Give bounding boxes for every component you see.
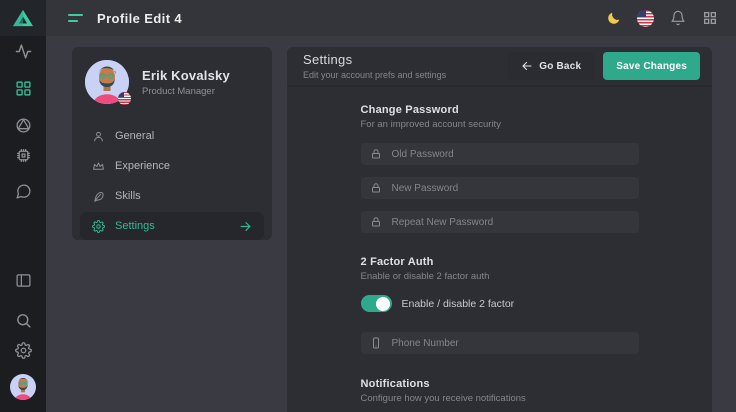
phone-number-field[interactable]: [361, 332, 639, 354]
app-window: Profile Edit 4: [0, 0, 736, 412]
user-icon: [92, 129, 106, 143]
section-title: 2 Factor Auth: [361, 255, 639, 269]
menu-toggle-icon[interactable]: [68, 14, 83, 22]
menu-item-settings[interactable]: Settings: [80, 212, 264, 240]
new-password-input[interactable]: [392, 183, 630, 194]
us-flag-icon[interactable]: [637, 10, 654, 27]
cpu-icon[interactable]: [0, 147, 46, 164]
search-icon[interactable]: [0, 312, 46, 329]
profile-role: Product Manager: [142, 86, 230, 97]
section-subtitle: Enable or disable 2 factor auth: [361, 271, 639, 283]
section-change-password: Change Password For an improved account …: [361, 103, 639, 233]
lock-icon: [370, 216, 383, 229]
package-icon[interactable]: [0, 117, 46, 134]
arrow-left-icon: [521, 60, 533, 72]
moon-icon[interactable]: [605, 10, 622, 27]
lock-icon: [370, 148, 383, 161]
crown-icon: [92, 159, 106, 173]
layout-icon[interactable]: [0, 272, 46, 289]
bell-icon[interactable]: [669, 10, 686, 27]
main-content: Erik Kovalsky Product Manager General Ex…: [46, 36, 736, 412]
menu-item-label: General: [115, 130, 154, 142]
section-two-factor: 2 Factor Auth Enable or disable 2 factor…: [361, 255, 639, 354]
profile-menu: General Experience Skills: [72, 122, 272, 240]
settings-title: Settings: [303, 52, 446, 67]
avatar-image: [10, 374, 36, 400]
feather-icon: [92, 189, 106, 203]
apps-grid-icon[interactable]: [701, 10, 718, 27]
chat-icon[interactable]: [0, 183, 46, 200]
settings-content: Change Password For an improved account …: [287, 87, 712, 405]
activity-icon[interactable]: [0, 43, 46, 60]
go-back-label: Go Back: [539, 61, 581, 72]
repeat-password-input[interactable]: [392, 217, 630, 228]
settings-header: Settings Edit your account prefs and set…: [287, 47, 712, 87]
old-password-field[interactable]: [361, 143, 639, 165]
section-title: Change Password: [361, 103, 639, 117]
gear-icon[interactable]: [0, 342, 46, 359]
dashboard-grid-icon[interactable]: [0, 80, 46, 97]
phone-number-input[interactable]: [392, 338, 630, 349]
menu-item-label: Settings: [115, 220, 155, 232]
icon-rail: [0, 0, 46, 412]
gear-icon: [92, 219, 106, 233]
menu-item-skills[interactable]: Skills: [80, 182, 264, 210]
user-avatar[interactable]: [10, 374, 36, 400]
avatar-country-flag-icon: [118, 92, 131, 105]
new-password-field[interactable]: [361, 177, 639, 199]
profile-avatar[interactable]: [85, 60, 129, 104]
app-logo[interactable]: [0, 0, 46, 36]
triangle-logo-icon: [12, 8, 34, 28]
profile-card: Erik Kovalsky Product Manager General Ex…: [72, 47, 272, 240]
section-subtitle: For an improved account security: [361, 119, 639, 131]
two-factor-toggle[interactable]: [361, 295, 392, 312]
section-title: Notifications: [361, 377, 639, 391]
topbar: Profile Edit 4: [46, 0, 736, 36]
repeat-password-field[interactable]: [361, 211, 639, 233]
profile-name: Erik Kovalsky: [142, 68, 230, 83]
smartphone-icon: [370, 337, 383, 350]
old-password-input[interactable]: [392, 149, 630, 160]
page-title: Profile Edit 4: [97, 11, 182, 26]
menu-item-general[interactable]: General: [80, 122, 264, 150]
lock-icon: [370, 182, 383, 195]
go-back-button[interactable]: Go Back: [508, 52, 594, 80]
section-subtitle: Configure how you receive notifications: [361, 393, 639, 405]
arrow-right-icon: [239, 220, 252, 233]
menu-item-experience[interactable]: Experience: [80, 152, 264, 180]
section-notifications: Notifications Configure how you receive …: [361, 377, 639, 405]
menu-item-label: Experience: [115, 160, 170, 172]
two-factor-toggle-label: Enable / disable 2 factor: [402, 298, 515, 310]
menu-item-label: Skills: [115, 190, 141, 202]
settings-panel: Settings Edit your account prefs and set…: [287, 47, 712, 412]
save-changes-button[interactable]: Save Changes: [603, 52, 700, 80]
settings-subtitle: Edit your account prefs and settings: [303, 70, 446, 80]
two-factor-toggle-row: Enable / disable 2 factor: [361, 295, 639, 312]
